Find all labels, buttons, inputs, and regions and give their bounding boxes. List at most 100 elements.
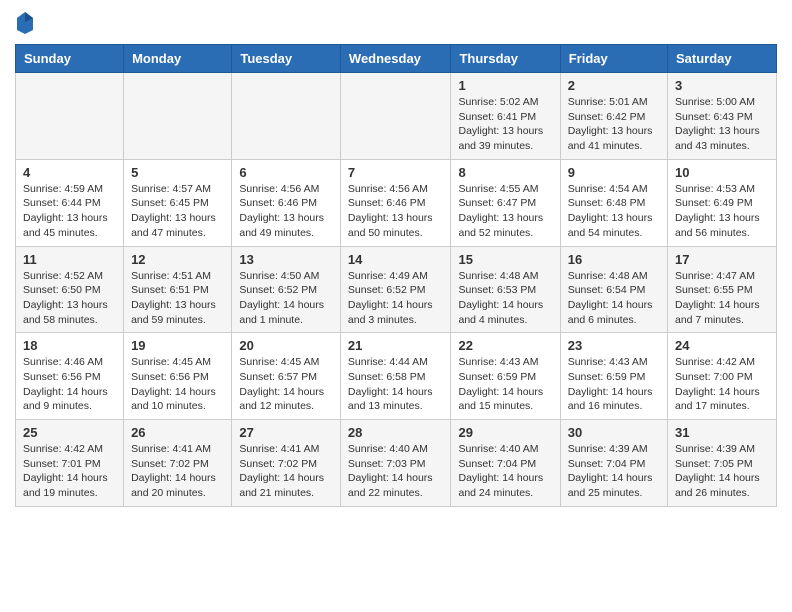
day-info: Sunrise: 4:57 AMSunset: 6:45 PMDaylight:… [131,182,224,241]
calendar-cell: 7 Sunrise: 4:56 AMSunset: 6:46 PMDaylight… [340,159,451,246]
calendar-cell: 30 Sunrise: 4:39 AMSunset: 7:04 PMDayligh… [560,420,667,507]
day-info: Sunrise: 4:56 AMSunset: 6:46 PMDaylight:… [348,182,444,241]
week-row-3: 18Sunrise: 4:46 AMSunset: 6:56 PMDayligh… [16,333,777,420]
calendar-cell [124,73,232,160]
weekday-header-saturday: Saturday [668,45,777,73]
day-number: 21 [348,338,444,353]
day-number: 3 [675,78,769,93]
calendar-cell: 6 Sunrise: 4:56 AMSunset: 6:46 PMDaylight… [232,159,341,246]
calendar-cell: 13 Sunrise: 4:50 AMSunset: 6:52 PMDayligh… [232,246,341,333]
calendar-cell: 15 Sunrise: 4:48 AMSunset: 6:53 PMDayligh… [451,246,560,333]
calendar-table: SundayMondayTuesdayWednesdayThursdayFrid… [15,44,777,507]
calendar-page: SundayMondayTuesdayWednesdayThursdayFrid… [0,0,792,517]
day-info: Sunrise: 4:40 AMSunset: 7:03 PMDaylight:… [348,442,444,501]
day-number: 12 [131,252,224,267]
calendar-cell: 24 Sunrise: 4:42 AMSunset: 7:00 PMDayligh… [668,333,777,420]
day-info: Sunrise: 4:41 AMSunset: 7:02 PMDaylight:… [239,442,333,501]
week-row-0: 1 Sunrise: 5:02 AMSunset: 6:41 PMDaylight… [16,73,777,160]
calendar-cell: 8Sunrise: 4:55 AMSunset: 6:47 PMDaylight… [451,159,560,246]
day-number: 23 [568,338,660,353]
day-number: 24 [675,338,769,353]
day-number: 15 [458,252,552,267]
weekday-header-friday: Friday [560,45,667,73]
day-number: 7 [348,165,444,180]
day-number: 11 [23,252,116,267]
day-info: Sunrise: 4:43 AMSunset: 6:59 PMDaylight:… [458,355,552,414]
day-info: Sunrise: 4:56 AMSunset: 6:46 PMDaylight:… [239,182,333,241]
calendar-cell: 29 Sunrise: 4:40 AMSunset: 7:04 PMDayligh… [451,420,560,507]
day-info: Sunrise: 4:52 AMSunset: 6:50 PMDaylight:… [23,269,116,328]
day-number: 20 [239,338,333,353]
day-number: 19 [131,338,224,353]
calendar-cell [340,73,451,160]
calendar-cell: 17 Sunrise: 4:47 AMSunset: 6:55 PMDayligh… [668,246,777,333]
day-info: Sunrise: 4:49 AMSunset: 6:52 PMDaylight:… [348,269,444,328]
weekday-header-sunday: Sunday [16,45,124,73]
calendar-cell: 4Sunrise: 4:59 AMSunset: 6:44 PMDaylight… [16,159,124,246]
calendar-cell: 1 Sunrise: 5:02 AMSunset: 6:41 PMDaylight… [451,73,560,160]
day-number: 9 [568,165,660,180]
calendar-cell: 3 Sunrise: 5:00 AMSunset: 6:43 PMDaylight… [668,73,777,160]
day-info: Sunrise: 4:59 AMSunset: 6:44 PMDaylight:… [23,182,116,241]
day-number: 26 [131,425,224,440]
day-info: Sunrise: 5:02 AMSunset: 6:41 PMDaylight:… [458,95,552,154]
calendar-cell: 23 Sunrise: 4:43 AMSunset: 6:59 PMDayligh… [560,333,667,420]
day-number: 14 [348,252,444,267]
day-info: Sunrise: 4:46 AMSunset: 6:56 PMDaylight:… [23,355,116,414]
day-info: Sunrise: 5:00 AMSunset: 6:43 PMDaylight:… [675,95,769,154]
calendar-cell: 20Sunrise: 4:45 AMSunset: 6:57 PMDayligh… [232,333,341,420]
day-number: 16 [568,252,660,267]
week-row-4: 25 Sunrise: 4:42 AMSunset: 7:01 PMDayligh… [16,420,777,507]
calendar-cell: 2 Sunrise: 5:01 AMSunset: 6:42 PMDaylight… [560,73,667,160]
calendar-cell: 19 Sunrise: 4:45 AMSunset: 6:56 PMDayligh… [124,333,232,420]
day-number: 8 [458,165,552,180]
day-info: Sunrise: 4:50 AMSunset: 6:52 PMDaylight:… [239,269,333,328]
day-number: 25 [23,425,116,440]
day-number: 17 [675,252,769,267]
calendar-cell: 21 Sunrise: 4:44 AMSunset: 6:58 PMDayligh… [340,333,451,420]
day-info: Sunrise: 4:43 AMSunset: 6:59 PMDaylight:… [568,355,660,414]
day-number: 27 [239,425,333,440]
day-info: Sunrise: 4:53 AMSunset: 6:49 PMDaylight:… [675,182,769,241]
calendar-cell: 28 Sunrise: 4:40 AMSunset: 7:03 PMDayligh… [340,420,451,507]
logo-icon [15,10,35,34]
calendar-cell: 11 Sunrise: 4:52 AMSunset: 6:50 PMDayligh… [16,246,124,333]
calendar-cell: 18Sunrise: 4:46 AMSunset: 6:56 PMDayligh… [16,333,124,420]
weekday-header-tuesday: Tuesday [232,45,341,73]
day-number: 10 [675,165,769,180]
week-row-2: 11 Sunrise: 4:52 AMSunset: 6:50 PMDayligh… [16,246,777,333]
day-info: Sunrise: 5:01 AMSunset: 6:42 PMDaylight:… [568,95,660,154]
calendar-cell: 5 Sunrise: 4:57 AMSunset: 6:45 PMDaylight… [124,159,232,246]
day-number: 6 [239,165,333,180]
weekday-header-row: SundayMondayTuesdayWednesdayThursdayFrid… [16,45,777,73]
day-info: Sunrise: 4:48 AMSunset: 6:53 PMDaylight:… [458,269,552,328]
day-number: 22 [458,338,552,353]
day-info: Sunrise: 4:41 AMSunset: 7:02 PMDaylight:… [131,442,224,501]
day-info: Sunrise: 4:45 AMSunset: 6:56 PMDaylight:… [131,355,224,414]
day-info: Sunrise: 4:48 AMSunset: 6:54 PMDaylight:… [568,269,660,328]
day-number: 28 [348,425,444,440]
calendar-cell: 14 Sunrise: 4:49 AMSunset: 6:52 PMDayligh… [340,246,451,333]
day-info: Sunrise: 4:39 AMSunset: 7:05 PMDaylight:… [675,442,769,501]
logo [15,10,39,34]
day-info: Sunrise: 4:39 AMSunset: 7:04 PMDaylight:… [568,442,660,501]
weekday-header-thursday: Thursday [451,45,560,73]
day-number: 2 [568,78,660,93]
calendar-cell: 9Sunrise: 4:54 AMSunset: 6:48 PMDaylight… [560,159,667,246]
day-number: 5 [131,165,224,180]
calendar-cell: 10 Sunrise: 4:53 AMSunset: 6:49 PMDayligh… [668,159,777,246]
day-info: Sunrise: 4:42 AMSunset: 7:01 PMDaylight:… [23,442,116,501]
day-info: Sunrise: 4:40 AMSunset: 7:04 PMDaylight:… [458,442,552,501]
day-number: 13 [239,252,333,267]
weekday-header-wednesday: Wednesday [340,45,451,73]
calendar-cell: 16 Sunrise: 4:48 AMSunset: 6:54 PMDayligh… [560,246,667,333]
day-info: Sunrise: 4:47 AMSunset: 6:55 PMDaylight:… [675,269,769,328]
week-row-1: 4Sunrise: 4:59 AMSunset: 6:44 PMDaylight… [16,159,777,246]
header [15,10,777,34]
day-info: Sunrise: 4:42 AMSunset: 7:00 PMDaylight:… [675,355,769,414]
day-number: 29 [458,425,552,440]
day-number: 30 [568,425,660,440]
day-info: Sunrise: 4:44 AMSunset: 6:58 PMDaylight:… [348,355,444,414]
day-info: Sunrise: 4:51 AMSunset: 6:51 PMDaylight:… [131,269,224,328]
day-number: 1 [458,78,552,93]
